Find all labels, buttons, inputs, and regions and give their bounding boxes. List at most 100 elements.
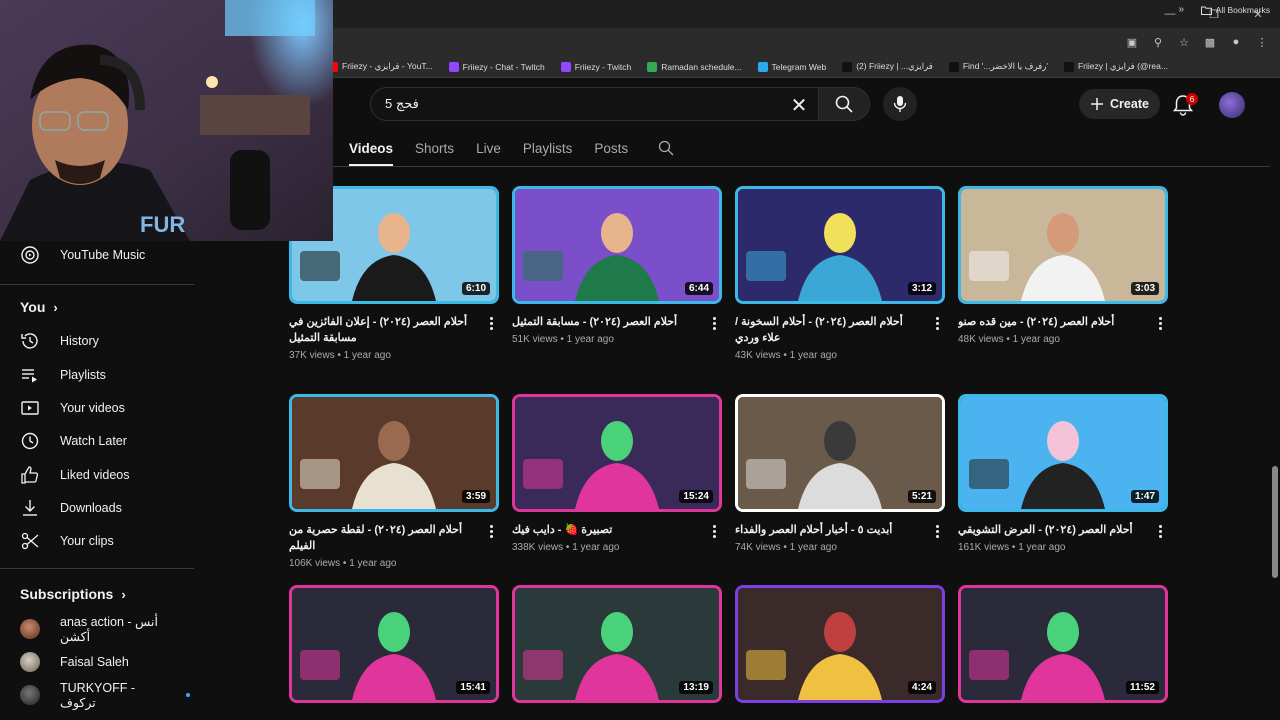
zoom-icon[interactable]: ⚲: [1148, 31, 1168, 53]
video-card[interactable]: 13:19: [512, 585, 722, 717]
video-card[interactable]: 11:52: [958, 585, 1168, 717]
video-card[interactable]: 3:03 أحلام العصر (٢٠٢٤) - مين قده صنو 48K …: [958, 186, 1168, 345]
more-actions-icon[interactable]: [706, 314, 722, 332]
video-thumbnail[interactable]: 15:41: [289, 585, 499, 703]
bookmark-favicon-icon: [647, 61, 658, 72]
video-thumbnail[interactable]: 4:24: [735, 585, 945, 703]
video-thumbnail[interactable]: 3:59: [289, 394, 499, 512]
video-thumbnail[interactable]: 1:47: [958, 394, 1168, 512]
webcam-feed-image: FUR: [0, 0, 333, 241]
more-bookmarks-icon[interactable]: »: [1178, 4, 1184, 15]
video-card[interactable]: 3:12 أحلام العصر (٢٠٢٤) - أحلام السخونة /…: [735, 186, 945, 361]
all-bookmarks-button[interactable]: All Bookmarks: [1200, 5, 1270, 15]
bookmark-item[interactable]: Ramadan schedule...: [647, 61, 742, 72]
tab-shorts[interactable]: Shorts: [415, 130, 454, 166]
tab-live[interactable]: Live: [476, 130, 501, 166]
video-title[interactable]: أحلام العصر (٢٠٢٤) - مسابقة التمثيل: [512, 314, 700, 330]
video-card[interactable]: 15:24 تصبيرة 🍓 - دايب فيك 338K views • 1 y…: [512, 394, 722, 553]
subscription-item[interactable]: TURKYOFF - تركوف: [20, 680, 190, 710]
sidebar-subscriptions-heading[interactable]: Subscriptions ›: [20, 586, 126, 602]
subscription-item[interactable]: Faisal Saleh: [20, 647, 190, 677]
video-title[interactable]: أبديت ٥ - أخبار أحلام العصر والفداء: [735, 522, 923, 538]
more-actions-icon[interactable]: [483, 522, 499, 540]
more-actions-icon[interactable]: [706, 522, 722, 540]
profile-icon[interactable]: ●: [1226, 31, 1246, 53]
new-content-dot: [186, 693, 190, 697]
bookmark-item[interactable]: Friiezy - Twitch: [560, 61, 631, 72]
sidebar-item-history[interactable]: History: [20, 326, 190, 356]
sidebar-item-your-clips[interactable]: Your clips: [20, 526, 190, 556]
bookmark-item[interactable]: Telegram Web: [757, 61, 826, 72]
video-duration: 3:12: [907, 282, 936, 295]
browser-menu-icon[interactable]: ⋮: [1252, 31, 1272, 53]
sidebar-item-playlists[interactable]: Playlists: [20, 360, 190, 390]
voice-search-button[interactable]: [883, 87, 917, 121]
install-app-icon[interactable]: ▣: [1122, 31, 1142, 53]
tab-playlists[interactable]: Playlists: [523, 130, 573, 166]
more-actions-icon[interactable]: [1152, 522, 1168, 540]
video-stats: 161K views • 1 year ago: [958, 542, 1146, 553]
video-thumbnail[interactable]: 3:03: [958, 186, 1168, 304]
video-thumbnail[interactable]: 11:52: [958, 585, 1168, 703]
bookmark-item[interactable]: (2) Friiezy | ...فرايزي: [842, 61, 933, 72]
video-title[interactable]: أحلام العصر (٢٠٢٤) - لقطة حصرية من الفيل…: [289, 522, 477, 554]
video-card[interactable]: 6:44 أحلام العصر (٢٠٢٤) - مسابقة التمثيل 5…: [512, 186, 722, 345]
bookmark-item[interactable]: Find '...رفرف يا الاخضر': [948, 61, 1048, 72]
video-thumbnail[interactable]: 5:21: [735, 394, 945, 512]
video-card[interactable]: 5:21 أبديت ٥ - أخبار أحلام العصر والفداء 7…: [735, 394, 945, 553]
bookmark-star-icon[interactable]: ☆: [1174, 31, 1194, 53]
chevron-right-icon: ›: [121, 586, 126, 602]
video-duration: 15:24: [679, 490, 713, 503]
video-thumbnail[interactable]: 13:19: [512, 585, 722, 703]
search-button[interactable]: [818, 87, 870, 121]
video-card[interactable]: 3:59 أحلام العصر (٢٠٢٤) - لقطة حصرية من ا…: [289, 394, 499, 569]
video-age: 1 year ago: [566, 334, 614, 345]
create-button[interactable]: Create: [1079, 89, 1160, 119]
sidebar-item-your-videos[interactable]: Your videos: [20, 393, 190, 423]
video-title[interactable]: أحلام العصر (٢٠٢٤) - مين قده صنو: [958, 314, 1146, 330]
video-thumbnail[interactable]: 3:12: [735, 186, 945, 304]
account-avatar[interactable]: [1219, 92, 1245, 118]
youtube-music-icon: [21, 246, 39, 264]
video-title[interactable]: أحلام العصر (٢٠٢٤) - العرض التشويقي: [958, 522, 1146, 538]
video-views: 338K views: [512, 542, 564, 553]
extensions-icon[interactable]: ▩: [1200, 31, 1220, 53]
video-views: 74K views: [735, 542, 781, 553]
video-card[interactable]: 4:24: [735, 585, 945, 717]
video-card[interactable]: 1:47 أحلام العصر (٢٠٢٤) - العرض التشويقي 1…: [958, 394, 1168, 553]
sidebar-item-downloads[interactable]: Downloads: [20, 493, 190, 523]
bookmark-label: Friiezy - فرايزي - YouT...: [342, 61, 433, 71]
sidebar-you-heading[interactable]: You ›: [20, 299, 58, 315]
video-card[interactable]: 15:41: [289, 585, 499, 717]
minimize-icon[interactable]: —: [1148, 0, 1192, 28]
clear-search-icon[interactable]: ✕: [786, 92, 812, 118]
more-actions-icon[interactable]: [929, 314, 945, 332]
video-thumbnail[interactable]: 6:44: [512, 186, 722, 304]
bookmark-item[interactable]: Friiezy | فرايزي (@rea...: [1063, 61, 1168, 72]
stats-separator: •: [340, 558, 350, 569]
video-title[interactable]: تصبيرة 🍓 - دايب فيك: [512, 522, 700, 538]
sidebar-item-youtube-music[interactable]: YouTube Music: [20, 240, 190, 270]
channel-search-icon[interactable]: [656, 138, 676, 158]
bookmark-item[interactable]: Friiezy - فرايزي - YouT...: [328, 61, 433, 72]
video-thumbnail[interactable]: 15:24: [512, 394, 722, 512]
sidebar-item-liked-videos[interactable]: Liked videos: [20, 460, 190, 490]
create-label: Create: [1110, 97, 1149, 111]
bookmark-item[interactable]: Friiezy - Chat - Twitch: [448, 61, 545, 72]
tab-videos[interactable]: Videos: [349, 130, 394, 166]
search-input[interactable]: فحج 5 ✕: [370, 87, 818, 121]
page-scrollbar[interactable]: [1272, 466, 1278, 578]
video-title[interactable]: أحلام العصر (٢٠٢٤) - أحلام السخونة / علا…: [735, 314, 923, 346]
more-actions-icon[interactable]: [929, 522, 945, 540]
more-actions-icon[interactable]: [483, 314, 499, 332]
bookmark-favicon-icon: [560, 61, 571, 72]
video-age: 1 year ago: [1018, 542, 1066, 553]
video-age: 1 year ago: [789, 350, 837, 361]
notification-count-badge: 6: [1186, 93, 1198, 105]
subscription-item[interactable]: anas action - أنس أكشن: [20, 614, 190, 644]
tab-posts[interactable]: Posts: [594, 130, 628, 166]
sidebar-divider: [0, 284, 194, 285]
more-actions-icon[interactable]: [1152, 314, 1168, 332]
sidebar-item-watch-later[interactable]: Watch Later: [20, 426, 190, 456]
video-title[interactable]: أحلام العصر (٢٠٢٤) - إعلان الفائزين في م…: [289, 314, 477, 346]
